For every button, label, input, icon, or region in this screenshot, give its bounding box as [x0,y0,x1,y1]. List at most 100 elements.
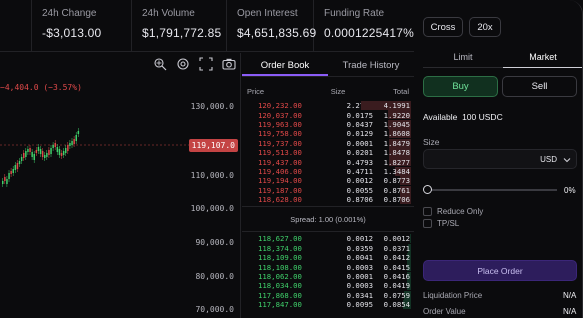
row-price: 118,109.00 [258,253,302,263]
row-total: 4.1991 [383,101,410,111]
tab-market[interactable]: Market [503,46,582,68]
stat-funding-rate: Funding Rate 0.0001225417% [314,0,414,52]
candle-body [50,148,52,154]
row-price: 119,513.00 [258,148,302,158]
ask-row[interactable]: 119,513.00 0.0201 1.8478 [242,147,414,158]
axis-tick-label: 80,000.0 [195,272,234,281]
axis-tick-label: 110,000.0 [190,171,234,180]
candle-body [44,155,46,158]
row-total: 0.0012 [383,234,410,244]
candle-body [39,149,42,154]
ask-row[interactable]: 120,232.00 2.2771 4.1991 [242,101,414,110]
candle-body [54,143,56,147]
row-size: 0.0175 [346,110,373,120]
row-price: 118,627.00 [258,234,302,244]
spread-readout: Spread: 1.00 (0.001%) [242,206,414,233]
row-size: 0.0055 [346,185,373,195]
row-size: 0.4711 [346,166,373,176]
row-size: 0.0437 [346,119,373,129]
tab-limit[interactable]: Limit [423,46,503,68]
row-price: 119,737.00 [258,138,302,148]
bid-row[interactable]: 118,108.00 0.0003 0.0415 [242,262,414,272]
ask-row[interactable]: 119,437.00 0.4793 1.8277 [242,157,414,167]
ask-row[interactable]: 119,758.00 0.0129 1.8608 [242,129,414,138]
bid-rows: 118,627.00 0.0012 0.0012 118,374.00 0.0359 0.… [242,234,414,309]
stat-open-interest: Open Interest $4,651,835.69 [227,0,316,52]
row-total: 1.8608 [383,129,410,139]
market-stats-bar: 24h Change -$3,013.00 24h Volume $1,791,… [0,0,414,52]
margin-mode-button[interactable]: Cross [423,17,463,37]
row-price: 118,628.00 [258,195,302,205]
bid-row[interactable]: 118,109.00 0.0041 0.0412 [242,253,414,262]
row-size: 0.0012 [346,234,373,244]
candle-body [58,149,61,155]
reduce-only-checkbox[interactable] [423,207,432,216]
row-total: 0.8706 [383,195,410,205]
ask-row[interactable]: 118,628.00 0.8706 0.8706 [242,194,414,205]
order-type-tabs: Limit Market [423,46,582,68]
stat-label: Open Interest [237,8,298,19]
price-chart[interactable]: −4,404.0 (−3.57%) 130,000.0 110,000.0 10… [0,53,241,318]
ask-row[interactable]: 119,187.00 0.0055 0.8761 [242,185,414,195]
tpsl-checkbox[interactable] [423,219,432,228]
candle-body [29,148,31,152]
ask-row[interactable]: 119,737.00 0.0001 1.8479 [242,138,414,148]
row-total: 0.0759 [383,290,410,300]
candle-body [65,148,67,153]
tab-order-book[interactable]: Order Book [242,53,328,76]
row-price: 118,108.00 [258,262,302,272]
chevron-down-icon[interactable] [563,156,571,164]
row-price: 120,232.00 [258,101,302,111]
bid-row[interactable]: 117,847.00 0.0095 0.0854 [242,300,414,309]
axis-tick-label: 130,000.0 [190,102,234,111]
ask-row[interactable]: 119,194.00 0.0012 0.8773 [242,176,414,185]
size-unit-label: USD [540,155,557,164]
column-total: Total [393,87,409,96]
candle-body [48,150,50,155]
bid-row[interactable]: 118,034.00 0.0003 0.0419 [242,281,414,290]
candle-body [77,131,80,134]
candle-body [41,151,44,157]
trading-screen: 24h Change -$3,013.00 24h Volume $1,791,… [0,0,583,318]
ask-row[interactable]: 120,037.00 0.0175 1.9220 [242,110,414,120]
slider-handle[interactable] [423,185,432,194]
size-slider[interactable] [423,185,559,195]
row-size: 0.0041 [346,253,373,263]
liquidation-price-value: N/A [563,291,577,300]
ask-row[interactable]: 119,963.00 0.0437 1.9045 [242,119,414,129]
row-price: 119,963.00 [258,119,302,129]
candle-body [20,157,23,161]
slider-track [429,189,557,191]
current-price-tag: 119,107.0 [188,139,238,152]
sell-button[interactable]: Sell [502,76,577,97]
candle-body [16,163,19,169]
reduce-only-label: Reduce Only [437,207,484,216]
stat-label: 24h Volume [142,8,195,19]
row-size: 0.0001 [346,138,373,148]
tpsl-label: TP/SL [437,219,460,228]
stat-value: -$3,013.00 [42,26,102,40]
size-input[interactable]: USD [423,149,577,169]
candle-body [4,177,6,181]
bid-row[interactable]: 118,062.00 0.0001 0.0416 [242,271,414,282]
stat-24h-change: 24h Change -$3,013.00 [32,0,132,52]
ask-row[interactable]: 119,406.00 0.4711 1.3484 [242,166,414,176]
row-total: 1.9220 [383,110,410,120]
candle-body [37,147,40,151]
buy-button[interactable]: Buy [423,76,498,97]
place-order-button[interactable]: Place Order [423,260,577,281]
axis-tick-label: 70,000.0 [195,305,234,314]
available-label: Available [423,112,458,122]
bid-row[interactable]: 117,868.00 0.0341 0.0759 [242,290,414,300]
candle-body [12,169,14,173]
row-price: 119,194.00 [258,176,302,186]
crosshair-icon[interactable] [153,57,167,71]
leverage-button[interactable]: 20x [469,17,501,37]
bid-row[interactable]: 118,374.00 0.0359 0.0371 [242,243,414,253]
candle-body [52,145,54,148]
settings-icon[interactable] [176,57,190,71]
tab-trade-history[interactable]: Trade History [328,53,414,76]
row-total: 0.8773 [383,176,410,186]
row-price: 118,062.00 [258,272,302,282]
bid-row[interactable]: 118,627.00 0.0012 0.0012 [242,234,414,243]
